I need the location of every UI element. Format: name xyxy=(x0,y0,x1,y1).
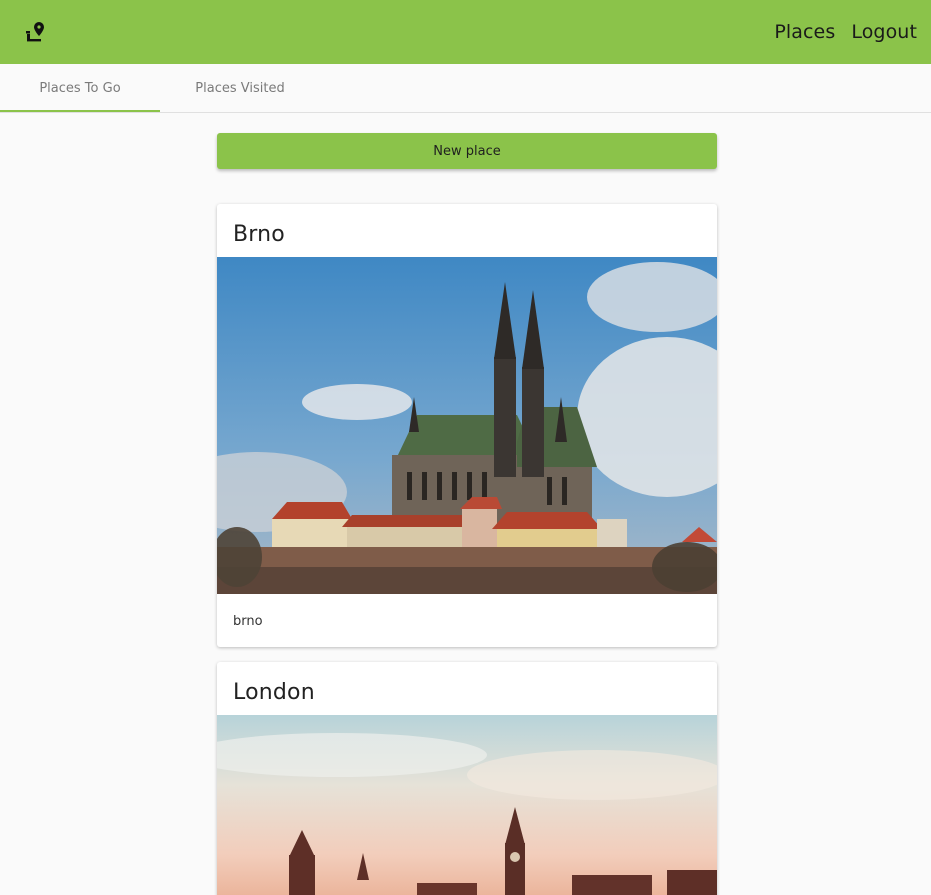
top-nav: Places Logout xyxy=(758,0,917,64)
places-tabs: Places To Go Places Visited xyxy=(0,64,931,113)
active-tab-indicator xyxy=(0,110,160,112)
place-card-brno[interactable]: Brno brno xyxy=(217,204,717,647)
parliament-big-ben-photo xyxy=(217,715,717,895)
new-place-button[interactable]: New place xyxy=(217,133,717,169)
place-card-description: brno xyxy=(233,614,263,629)
app-toolbar: Places Logout xyxy=(0,0,931,64)
location-person-icon[interactable] xyxy=(24,20,48,44)
place-card-title: Brno xyxy=(233,222,285,247)
tab-places-to-go[interactable]: Places To Go xyxy=(0,64,160,112)
nav-places-link[interactable]: Places xyxy=(774,21,835,43)
place-card-london[interactable]: London xyxy=(217,662,717,895)
nav-logout-link[interactable]: Logout xyxy=(851,21,917,43)
cathedral-on-hill-photo xyxy=(217,257,717,594)
tab-places-visited[interactable]: Places Visited xyxy=(160,64,320,112)
place-card-title: London xyxy=(233,680,315,705)
